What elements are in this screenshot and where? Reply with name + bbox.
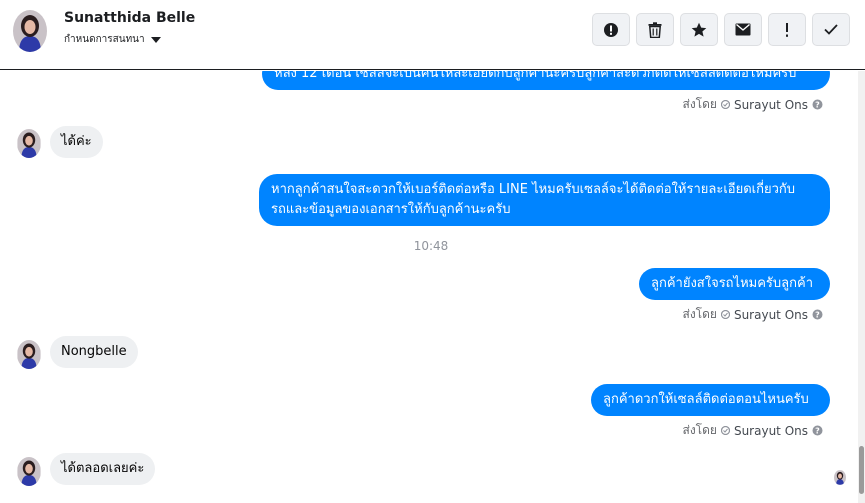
conversation-menu[interactable]: กำหนดการสนทนา (64, 32, 161, 46)
contact-name[interactable]: Sunatthida Belle (64, 10, 195, 26)
delete-button[interactable] (636, 13, 674, 46)
verified-icon (720, 310, 730, 319)
report-button[interactable] (592, 13, 630, 46)
important-button[interactable] (768, 13, 806, 46)
avatar[interactable] (17, 129, 41, 158)
scrollbar-track[interactable] (858, 71, 865, 503)
svg-text:?: ? (815, 101, 820, 110)
alert-circle-icon (604, 22, 618, 37)
svg-text:?: ? (815, 311, 820, 320)
sent-by-label: ส่งโดย Surayut Ons ? (683, 305, 824, 324)
message-incoming[interactable]: ได้ค่ะ (50, 126, 103, 158)
sent-by-label: ส่งโดย Surayut Ons ? (683, 95, 824, 114)
verified-icon (720, 100, 730, 109)
conversation-header: Sunatthida Belle กำหนดการสนทนา (0, 0, 865, 70)
message-outgoing[interactable]: หากลูกค้าสนใจสะดวกให้เบอร์ติดต่อหรือ LIN… (259, 174, 830, 226)
star-icon (691, 22, 707, 37)
conversation-menu-label: กำหนดการสนทนา (64, 33, 145, 45)
message-text-line: หากลูกค้าสนใจสะดวกให้เบอร์ติดต่อหรือ LIN… (271, 182, 796, 197)
message-incoming[interactable]: Nongbelle (50, 336, 138, 368)
sent-by-prefix: ส่งโดย (682, 423, 717, 437)
message-text: ได้ค่ะ (61, 134, 92, 149)
message-outgoing[interactable]: หลัง 12 เดือน เซลล์จะเป็นคนให้ละเอียดกับ… (262, 71, 830, 90)
message-text: หลัง 12 เดือน เซลล์จะเป็นคนให้ละเอียดกับ… (274, 71, 797, 81)
caret-down-icon (150, 36, 161, 43)
svg-text:?: ? (815, 427, 820, 436)
avatar[interactable] (17, 340, 41, 369)
message-outgoing[interactable]: ลูกค้าดวกให้เซลล์ติดต่อตอนไหนครับ (591, 384, 830, 416)
trash-icon (648, 21, 662, 38)
avatar[interactable] (13, 10, 47, 52)
message-text: ลูกค้ายังสใจรถไหมครับลูกค้า (651, 276, 813, 291)
message-incoming[interactable]: ได้ตลอดเลยค่ะ (50, 453, 156, 485)
exclamation-icon (786, 22, 788, 37)
envelope-icon (735, 23, 751, 36)
avatar[interactable] (17, 457, 41, 486)
sent-by-label: ส่งโดย Surayut Ons ? (683, 421, 824, 440)
message-list[interactable]: หลัง 12 เดือน เซลล์จะเป็นคนให้ละเอียดกับ… (0, 71, 858, 503)
message-outgoing[interactable]: ลูกค้ายังสใจรถไหมครับลูกค้า (639, 268, 830, 300)
message-text: ได้ตลอดเลยค่ะ (61, 461, 145, 476)
star-button[interactable] (680, 13, 718, 46)
message-text-line: รถและข้อมูลของเอกสารให้กับลูกค้านะครับ (271, 202, 511, 217)
message-text: ลูกค้าดวกให้เซลล์ติดต่อตอนไหนครับ (603, 392, 809, 407)
mark-unread-button[interactable] (724, 13, 762, 46)
read-receipt-avatar (834, 470, 846, 485)
verified-icon (720, 426, 730, 435)
sender-name[interactable]: Surayut Ons (734, 308, 808, 322)
sent-by-prefix: ส่งโดย (682, 97, 717, 111)
scrollbar-thumb[interactable] (859, 446, 864, 494)
header-actions (592, 13, 850, 46)
sender-name[interactable]: Surayut Ons (734, 424, 808, 438)
sender-name[interactable]: Surayut Ons (734, 98, 808, 112)
help-icon[interactable]: ? (812, 99, 823, 110)
timestamp: 10:48 (413, 239, 449, 253)
message-text: Nongbelle (61, 344, 127, 359)
sent-by-prefix: ส่งโดย (682, 307, 717, 321)
check-icon (824, 24, 838, 35)
done-button[interactable] (812, 13, 850, 46)
help-icon[interactable]: ? (812, 309, 823, 320)
help-icon[interactable]: ? (812, 425, 823, 436)
